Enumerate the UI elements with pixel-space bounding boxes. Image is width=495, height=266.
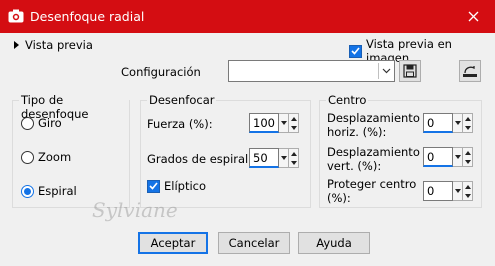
protect-center-input[interactable]: 0 [423,181,453,201]
protect-center-stepper[interactable] [463,181,473,201]
protect-center-label-line2: (%): [327,191,351,205]
radio-circle [21,116,34,130]
config-label: Configuración [121,65,201,79]
spiral-degrees-label: Grados de espiral: [147,152,253,166]
h-offset-spinbox[interactable]: 0 [423,113,473,133]
step-down-icon[interactable] [463,123,472,132]
reset-button[interactable] [459,60,481,82]
checkmark-icon [349,44,362,58]
spiral-degrees-spinbox[interactable]: 50 [249,148,299,168]
v-offset-spinbox[interactable]: 0 [423,147,473,167]
center-legend: Centro [326,93,369,107]
step-down-icon[interactable] [463,191,472,200]
step-up-icon[interactable] [463,148,472,157]
spiral-dropdown-button[interactable] [279,148,289,168]
radio-label: Giro [38,116,62,130]
caret-down-icon [454,155,461,159]
v-offset-stepper[interactable] [463,147,473,167]
config-dropdown[interactable] [228,60,395,82]
save-preset-button[interactable] [399,60,421,82]
step-up-icon[interactable] [463,182,472,191]
protect-center-dropdown-button[interactable] [453,181,463,201]
v-offset-dropdown-button[interactable] [453,147,463,167]
h-offset-input[interactable]: 0 [423,113,453,133]
ok-button[interactable]: Aceptar [138,232,208,254]
dropdown-divider [378,63,379,79]
watermark: Sylviane [92,198,178,222]
close-icon [468,11,478,21]
step-down-icon[interactable] [289,123,298,132]
radio-circle-selected [21,184,34,198]
camera-icon [8,9,24,23]
reset-icon [463,66,477,77]
checkmark-icon [147,179,160,193]
radio-label: Espiral [38,184,77,198]
caret-down-icon [280,156,287,160]
blur-legend: Desenfocar [147,93,217,107]
v-offset-input[interactable]: 0 [423,147,453,167]
radio-circle [21,150,34,164]
preview-toggle[interactable]: Vista previa [14,38,93,52]
elliptic-label: Elíptico [164,179,207,193]
v-offset-label-line1: Desplazamiento [327,145,420,159]
protect-center-spinbox[interactable]: 0 [423,181,473,201]
cancel-button[interactable]: Cancelar [218,232,290,254]
strength-label: Fuerza (%): [147,117,213,131]
radio-label: Zoom [38,150,72,164]
step-up-icon[interactable] [289,149,298,158]
expand-triangle-icon [14,41,19,49]
help-button[interactable]: Ayuda [298,232,370,254]
elliptic-checkbox[interactable]: Elíptico [147,179,206,193]
h-offset-label-line2: horiz. (%): [327,125,387,139]
chevron-down-icon [382,68,391,74]
protect-center-label-line1: Proteger centro [327,177,417,191]
spiral-degrees-input[interactable]: 50 [249,148,279,168]
strength-dropdown-button[interactable] [279,113,289,133]
spiral-stepper[interactable] [289,148,299,168]
step-up-icon[interactable] [463,114,472,123]
h-offset-dropdown-button[interactable] [453,113,463,133]
v-offset-label-line2: vert. (%): [327,159,382,173]
step-down-icon[interactable] [463,157,472,166]
caret-down-icon [454,121,461,125]
blur-type-group: Tipo de desenfoque Giro Zoom Espiral [12,93,130,208]
strength-spinbox[interactable]: 100 [249,113,299,133]
h-offset-label-line1: Desplazamiento [327,111,420,125]
radio-espiral[interactable]: Espiral [21,184,77,198]
caret-down-icon [280,121,287,125]
h-offset-stepper[interactable] [463,113,473,133]
radio-zoom[interactable]: Zoom [21,150,71,164]
radio-giro[interactable]: Giro [21,116,62,130]
caret-down-icon [454,189,461,193]
blur-group: Desenfocar Fuerza (%): 100 Grados de esp… [140,93,311,208]
preview-toggle-label: Vista previa [25,38,93,52]
close-button[interactable] [462,6,484,26]
dialog-body: Vista previa Vista previa en imagen Conf… [0,33,495,266]
strength-stepper[interactable] [289,113,299,133]
window-title: Desenfoque radial [30,9,145,24]
save-icon [403,64,417,78]
center-group: Centro Desplazamiento horiz. (%): 0 Desp… [319,93,482,208]
step-down-icon[interactable] [289,158,298,167]
title-bar: Desenfoque radial [0,0,495,33]
strength-input[interactable]: 100 [249,113,279,133]
step-up-icon[interactable] [289,114,298,123]
